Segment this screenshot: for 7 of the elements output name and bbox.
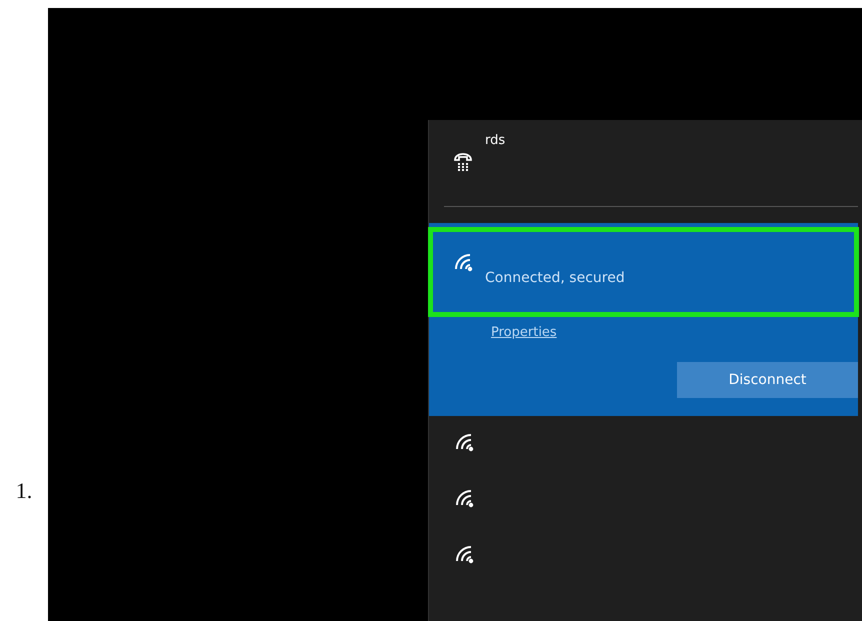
disconnect-button[interactable]: Disconnect (677, 362, 858, 398)
network-name[interactable]: rds (485, 133, 506, 177)
connection-status: Connected, secured (485, 270, 625, 286)
properties-link[interactable]: Properties (491, 325, 557, 340)
network-item[interactable]: rds (429, 120, 858, 198)
list-number: 1. (16, 478, 32, 504)
network-item[interactable]: Connected, secured Properties Disconnect (429, 223, 858, 416)
